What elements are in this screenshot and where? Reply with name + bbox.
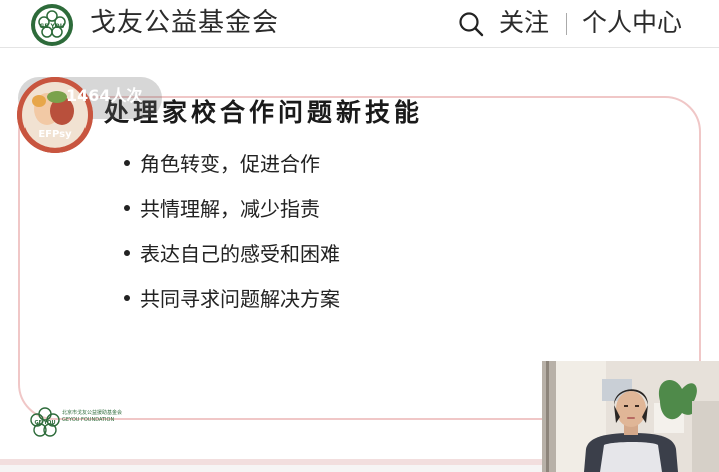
top-navigation-bar: GE YOU 戈友公益基金会 关注 个人中心 [0,0,719,48]
bullet-item: 共同寻求问题解决方案 [124,287,340,332]
footer-org-text: 北京市戈友公益援助基金会 GEYOU FOUNDATION [62,410,123,423]
viewer-count: 1464人次 [66,86,143,105]
bullet-dot-icon [124,159,130,166]
svg-text:GE YOU: GE YOU [39,23,64,30]
gefoundation-logo-icon[interactable]: GE YOU [30,3,74,47]
bullet-dot-icon [124,294,130,301]
slide-bullet-list: 角色转变，促进合作 共情理解，减少指责 表达自己的感受和困难 共同寻求问题解决方… [124,152,340,332]
bullet-item: 表达自己的感受和困难 [124,242,340,287]
speaker-video-thumbnail[interactable] [542,361,719,472]
profile-center-link[interactable]: 个人中心 [582,6,682,40]
svg-text:GE YOU: GE YOU [34,420,55,426]
bullet-dot-icon [124,249,130,256]
live-video-player[interactable]: 处理家校合作问题新技能 角色转变，促进合作 共情理解，减少指责 表达自己的感受和… [0,49,719,472]
bullet-dot-icon [124,204,130,211]
svg-text:EFPsy: EFPsy [38,129,72,140]
search-icon[interactable] [457,10,485,38]
footer-logo-icon: GE YOU [30,407,60,437]
nav-divider [566,13,567,35]
bullet-item: 角色转变，促进合作 [124,152,340,197]
bullet-item: 共情理解，减少指责 [124,197,340,242]
follow-button[interactable]: 关注 [499,6,549,40]
org-name: 戈友公益基金会 [90,8,280,38]
